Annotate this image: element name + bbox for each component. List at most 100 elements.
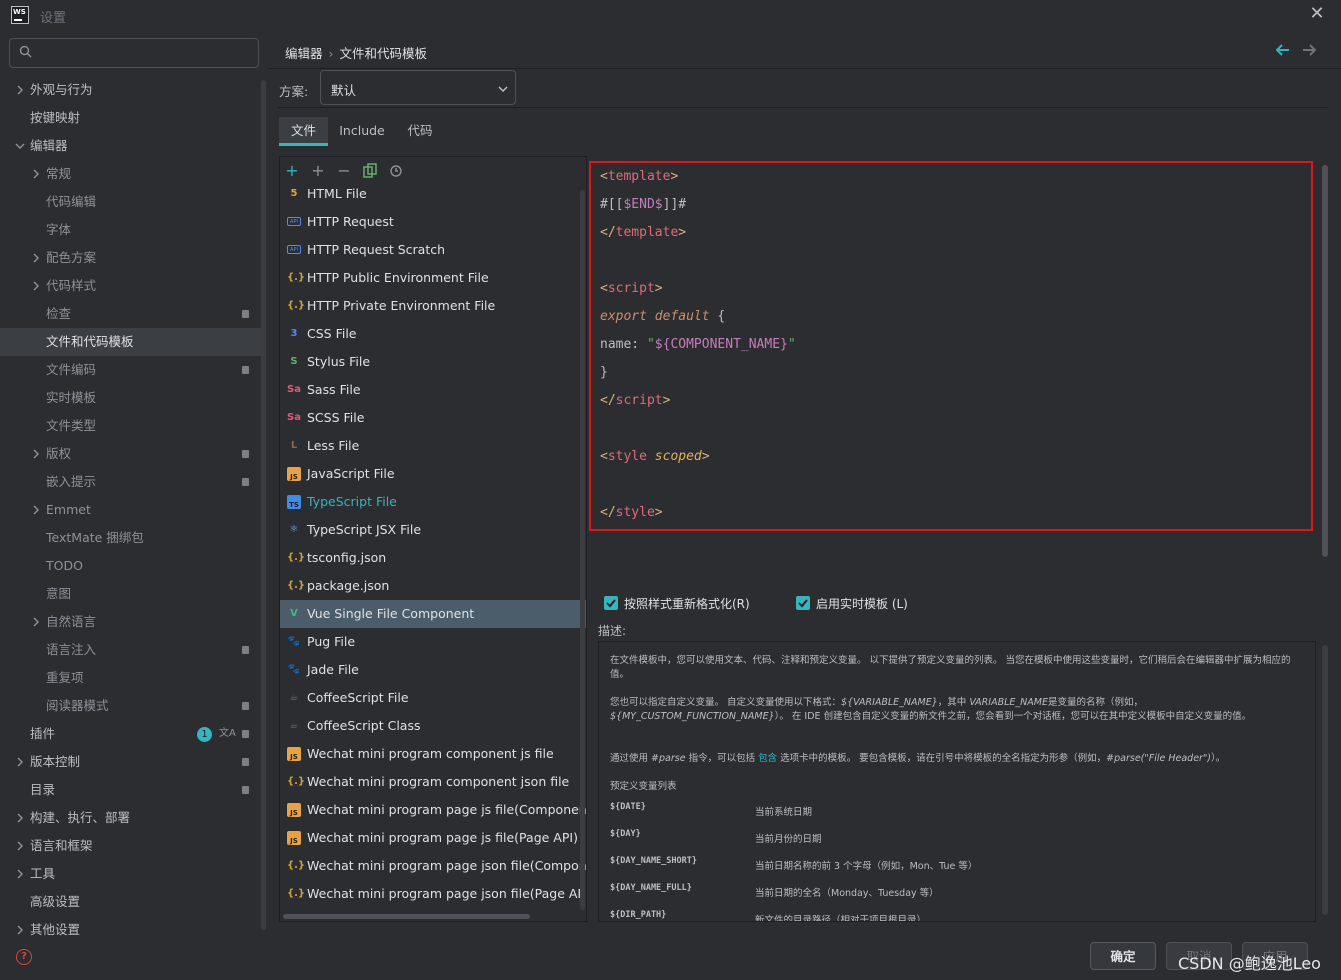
template-item[interactable]: {.} Wechat mini program component json fi…: [280, 768, 586, 796]
live-templates-checkbox[interactable]: [796, 596, 810, 610]
sidebar-item[interactable]: 自然语言: [0, 608, 262, 636]
sidebar-item[interactable]: 代码编辑: [0, 188, 262, 216]
template-item[interactable]: S Stylus File: [280, 348, 586, 376]
sidebar-item[interactable]: 检查: [0, 300, 262, 328]
sidebar-item[interactable]: 版权: [0, 440, 262, 468]
template-item[interactable]: 5 HTML File: [280, 180, 586, 208]
template-item[interactable]: API HTTP Request Scratch: [280, 236, 586, 264]
sidebar-item[interactable]: 工具: [0, 860, 262, 888]
template-item[interactable]: ⚛ TypeScript JSX File: [280, 516, 586, 544]
template-item[interactable]: JS Wechat mini program page js file(Compo…: [280, 796, 586, 824]
chevron-right-icon[interactable]: [15, 757, 25, 767]
scheme-dropdown[interactable]: 默认: [320, 70, 516, 105]
sidebar-item[interactable]: 重复项: [0, 664, 262, 692]
sidebar-item[interactable]: 代码样式: [0, 272, 262, 300]
remove-icon[interactable]: −: [335, 160, 353, 182]
tab-code[interactable]: 代码: [398, 117, 442, 146]
sidebar-item[interactable]: 阅读器模式: [0, 692, 262, 720]
sidebar-item[interactable]: TODO: [0, 552, 262, 580]
sidebar-item[interactable]: 文件类型: [0, 412, 262, 440]
template-item[interactable]: {.} tsconfig.json: [280, 544, 586, 572]
chevron-right-icon[interactable]: [31, 281, 41, 291]
sidebar-item[interactable]: 语言注入: [0, 636, 262, 664]
sidebar-item[interactable]: 嵌入提示: [0, 468, 262, 496]
sidebar-item[interactable]: 插件 1 文A: [0, 720, 262, 748]
template-item[interactable]: ☕ CoffeeScript Class: [280, 712, 586, 740]
description-scrollbar[interactable]: [1322, 645, 1328, 915]
add-child-icon[interactable]: +: [309, 160, 327, 182]
add-template-icon[interactable]: +: [283, 160, 301, 182]
back-arrow-icon[interactable]: [1275, 44, 1290, 60]
sidebar-item-label: TextMate 捆绑包: [46, 530, 144, 545]
chevron-right-icon[interactable]: [15, 841, 25, 851]
sidebar-scrollbar[interactable]: [261, 80, 266, 930]
template-item[interactable]: {.} Wechat mini program page json file(Pa…: [280, 880, 586, 908]
sidebar-item[interactable]: 意图: [0, 580, 262, 608]
template-item[interactable]: Sa SCSS File: [280, 404, 586, 432]
chevron-right-icon[interactable]: [15, 813, 25, 823]
forward-arrow-icon[interactable]: [1302, 44, 1317, 60]
list-vertical-scrollbar[interactable]: [580, 190, 585, 910]
template-item[interactable]: TS TypeScript File: [280, 488, 586, 516]
template-item[interactable]: V Vue Single File Component: [280, 600, 586, 628]
close-icon[interactable]: ✕: [1306, 3, 1328, 25]
chevron-right-icon[interactable]: [15, 869, 25, 879]
sidebar-item[interactable]: 配色方案: [0, 244, 262, 272]
sidebar-item[interactable]: 文件和代码模板: [0, 328, 262, 356]
sidebar-item[interactable]: Emmet: [0, 496, 262, 524]
live-templates-label[interactable]: 启用实时模板 (L): [816, 595, 908, 612]
sidebar-item[interactable]: TextMate 捆绑包: [0, 524, 262, 552]
chevron-right-icon[interactable]: [31, 169, 41, 179]
sidebar-item[interactable]: 其他设置: [0, 916, 262, 944]
list-horizontal-scrollbar[interactable]: [283, 914, 530, 919]
sidebar-item[interactable]: 字体: [0, 216, 262, 244]
tab-files[interactable]: 文件: [279, 117, 328, 146]
template-item[interactable]: {.} Wechat mini program page json file(Co…: [280, 852, 586, 880]
sidebar-item[interactable]: 按键映射: [0, 104, 262, 132]
sidebar-item[interactable]: 实时模板: [0, 384, 262, 412]
json-icon: {.}: [287, 272, 306, 283]
template-item[interactable]: 3 CSS File: [280, 320, 586, 348]
help-icon[interactable]: ?: [16, 949, 32, 965]
template-item[interactable]: {.} package.json: [280, 572, 586, 600]
breadcrumb-editor[interactable]: 编辑器: [285, 46, 323, 61]
sidebar-item[interactable]: 语言和框架: [0, 832, 262, 860]
chevron-right-icon[interactable]: [31, 253, 41, 263]
chevron-right-icon[interactable]: [15, 85, 25, 95]
template-item[interactable]: L Less File: [280, 432, 586, 460]
template-code-editor[interactable]: <template> #[[$END$]]# </template> <scri…: [589, 161, 1313, 531]
reset-icon[interactable]: [387, 160, 405, 182]
template-item[interactable]: {.} HTTP Private Environment File: [280, 292, 586, 320]
template-item[interactable]: ☕ CoffeeScript File: [280, 684, 586, 712]
sidebar-item[interactable]: 目录: [0, 776, 262, 804]
chevron-right-icon[interactable]: [31, 505, 41, 515]
reformat-label[interactable]: 按照样式重新格式化(R): [624, 595, 750, 612]
chevron-down-icon: [498, 86, 508, 93]
template-item[interactable]: JS Wechat mini program component js file: [280, 740, 586, 768]
search-input[interactable]: [9, 38, 259, 68]
template-item[interactable]: API HTTP Request: [280, 208, 586, 236]
chevron-down-icon[interactable]: [15, 141, 25, 151]
sidebar-item[interactable]: 版本控制: [0, 748, 262, 776]
template-item[interactable]: {.} HTTP Public Environment File: [280, 264, 586, 292]
copy-icon[interactable]: [361, 160, 379, 182]
sidebar-item[interactable]: 外观与行为: [0, 76, 262, 104]
ok-button[interactable]: 确定: [1090, 942, 1156, 970]
sidebar-item[interactable]: 构建、执行、部署: [0, 804, 262, 832]
sidebar-item[interactable]: 文件编码: [0, 356, 262, 384]
include-tab-link[interactable]: 包含: [758, 753, 777, 764]
template-item[interactable]: JS Wechat mini program page js file(Page …: [280, 824, 586, 852]
template-item[interactable]: JS JavaScript File: [280, 460, 586, 488]
chevron-right-icon[interactable]: [15, 925, 25, 935]
tab-include[interactable]: Include: [334, 117, 390, 146]
template-item[interactable]: 🐾 Jade File: [280, 656, 586, 684]
chevron-right-icon[interactable]: [31, 617, 41, 627]
sidebar-item[interactable]: 常规: [0, 160, 262, 188]
editor-scrollbar[interactable]: [1322, 165, 1328, 557]
template-item[interactable]: 🐾 Pug File: [280, 628, 586, 656]
reformat-checkbox[interactable]: [604, 596, 618, 610]
sidebar-item[interactable]: 编辑器: [0, 132, 262, 160]
chevron-right-icon[interactable]: [31, 449, 41, 459]
template-item[interactable]: Sa Sass File: [280, 376, 586, 404]
sidebar-item[interactable]: 高级设置: [0, 888, 262, 916]
